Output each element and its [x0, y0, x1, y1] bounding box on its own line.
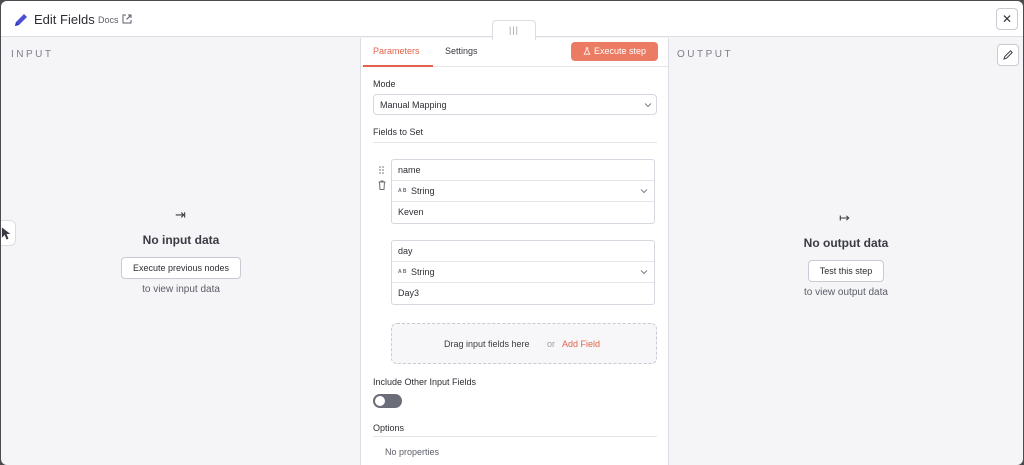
field-value-input[interactable]: Day3 [392, 283, 654, 304]
execute-step-button[interactable]: Execute step [571, 42, 658, 61]
add-field-button[interactable]: Add Field [562, 339, 600, 349]
output-panel-label: OUTPUT [677, 49, 734, 60]
chevron-down-icon [640, 189, 648, 194]
docs-link[interactable]: Docs [98, 15, 119, 25]
edit-output-button[interactable] [997, 44, 1019, 66]
no-properties-text: No properties [385, 447, 440, 457]
include-other-fields-toggle[interactable] [373, 394, 402, 408]
execute-previous-nodes-button[interactable]: Execute previous nodes [121, 257, 241, 279]
input-panel-label: INPUT [11, 49, 54, 60]
field-name-text: day [398, 246, 413, 256]
fields-to-set-label: Fields to Set [373, 127, 424, 137]
field-type-text: String [411, 186, 435, 196]
execute-step-label: Execute step [593, 46, 647, 56]
mode-label: Mode [373, 79, 396, 89]
no-output-title: No output data [803, 236, 889, 250]
field-type-text: String [411, 267, 435, 277]
field-assignment-name: name A B String Keven [391, 159, 655, 224]
field-name-input[interactable]: name [392, 160, 654, 181]
field-value-text: Day3 [398, 288, 420, 298]
modal-title: Edit Fields [34, 12, 95, 27]
flask-icon [583, 47, 591, 55]
field-value-input[interactable]: Keven [392, 202, 654, 223]
drag-grip-icon[interactable] [378, 165, 385, 175]
close-button[interactable]: ✕ [996, 8, 1018, 30]
tab-settings[interactable]: Settings [445, 46, 478, 56]
chevron-down-icon [640, 270, 648, 275]
field-type-select[interactable]: A B String [392, 181, 654, 202]
field-name-text: name [398, 165, 421, 175]
options-label: Options [373, 423, 405, 433]
input-subtext: to view input data [142, 284, 220, 295]
drag-fields-dropzone[interactable]: Drag input fields here or Add Field [391, 323, 657, 364]
side-cursor-tab[interactable] [1, 220, 16, 246]
active-tab-indicator [363, 65, 433, 67]
mode-select-value: Manual Mapping [380, 100, 447, 110]
tab-bar: Parameters Settings Execute step [361, 38, 668, 67]
field-type-select[interactable]: A B String [392, 262, 654, 283]
edit-fields-modal: Edit Fields Docs ✕ ||| INPUT ⇥ No input … [1, 1, 1023, 465]
include-other-fields-label: Include Other Input Fields [373, 377, 477, 387]
section-divider [373, 142, 657, 143]
output-arrow-icon: ↦ [839, 210, 850, 225]
pencil-icon [15, 14, 27, 26]
external-link-icon[interactable] [122, 14, 132, 24]
toggle-knob [375, 396, 385, 406]
cursor-icon [1, 227, 11, 240]
dropzone-text: Drag input fields here [444, 339, 530, 349]
options-divider [373, 436, 657, 437]
dropzone-or: or [547, 339, 556, 349]
panel-drag-handle[interactable]: ||| [492, 20, 536, 40]
pencil-outline-icon [1003, 50, 1013, 60]
chevron-down-icon [644, 103, 652, 108]
string-type-icon: A B [398, 188, 407, 194]
output-subtext: to view output data [804, 287, 888, 298]
trash-icon[interactable] [378, 180, 386, 190]
string-type-icon: A B [398, 269, 407, 275]
input-arrow-icon: ⇥ [175, 207, 186, 222]
no-input-title: No input data [142, 233, 220, 247]
parameters-panel: Parameters Settings Execute step Mode Ma… [360, 38, 669, 465]
field-value-text: Keven [398, 207, 424, 217]
field-name-input[interactable]: day [392, 241, 654, 262]
mode-select[interactable]: Manual Mapping [373, 94, 657, 115]
tab-parameters[interactable]: Parameters [373, 46, 420, 56]
test-this-step-button[interactable]: Test this step [808, 260, 884, 282]
field-assignment-day: day A B String Day3 [391, 240, 655, 305]
